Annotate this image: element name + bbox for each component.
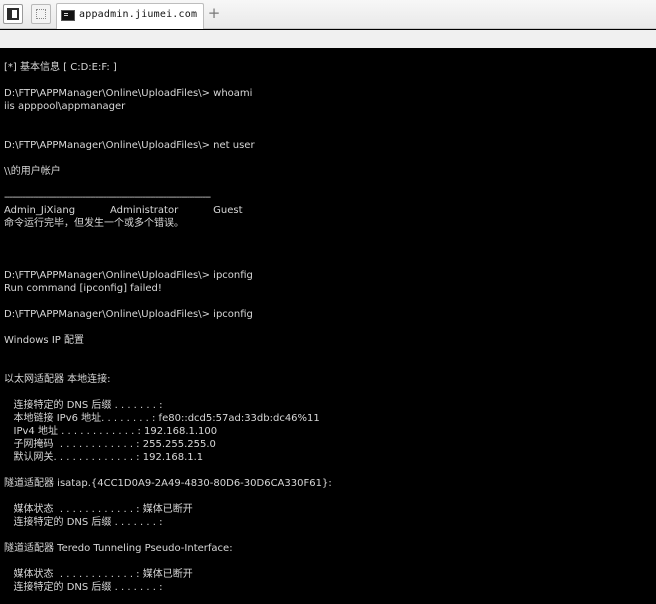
console-line: Run command [ipconfig] failed! — [4, 283, 162, 294]
console-line: IPv4 地址 . . . . . . . . . . . . : 192.16… — [4, 426, 218, 437]
toolbar-strip — [0, 30, 656, 48]
console-line: [*] 基本信息 [ C:D:E:F: ] — [4, 62, 117, 73]
console-line: 连接特定的 DNS 后缀 . . . . . . . : — [4, 582, 163, 593]
layout-icon[interactable] — [3, 4, 23, 24]
selection-icon[interactable] — [31, 4, 51, 24]
console-line: \\的用户帐户 — [4, 166, 61, 177]
console-line: Windows IP 配置 — [4, 335, 84, 346]
console-line: 媒体状态 . . . . . . . . . . . . : 媒体已断开 — [4, 569, 193, 580]
console-line: 子网掩码 . . . . . . . . . . . . : 255.255.2… — [4, 439, 216, 450]
console-line: 隧道适配器 isatap.{4CC1D0A9-2A49-4830-80D6-30… — [4, 478, 332, 489]
console-output[interactable]: [*] 基本信息 [ C:D:E:F: ] D:\FTP\APPManager\… — [0, 48, 656, 604]
console-line: D:\FTP\APPManager\Online\UploadFiles\> n… — [4, 140, 255, 151]
console-line: iis apppool\appmanager — [4, 101, 126, 112]
console-line: D:\FTP\APPManager\Online\UploadFiles\> i… — [4, 309, 253, 320]
console-line: Admin_JiXiang Administrator Guest — [4, 205, 243, 216]
plus-icon[interactable]: + — [207, 5, 221, 21]
console-line: 默认网关. . . . . . . . . . . . . : 192.168.… — [4, 452, 204, 463]
console-line: ----------------------------------------… — [4, 192, 211, 203]
tab-title: appadmin.jiumei.com — [79, 9, 198, 20]
console-line: 连接特定的 DNS 后缀 . . . . . . . : — [4, 400, 163, 411]
terminal-icon — [61, 10, 75, 21]
console-line: 连接特定的 DNS 后缀 . . . . . . . : — [4, 517, 163, 528]
tab-bar: appadmin.jiumei.com + — [0, 0, 656, 29]
console-line: 以太网适配器 本地连接: — [4, 374, 111, 385]
console-line: D:\FTP\APPManager\Online\UploadFiles\> i… — [4, 270, 253, 281]
tab-terminal[interactable]: appadmin.jiumei.com — [56, 3, 204, 29]
console-line: 本地链接 IPv6 地址. . . . . . . . : fe80::dcd5… — [4, 413, 320, 424]
console-line: 媒体状态 . . . . . . . . . . . . : 媒体已断开 — [4, 504, 193, 515]
console-line: 命令运行完毕，但发生一个或多个错误。 — [4, 218, 184, 229]
console-line: D:\FTP\APPManager\Online\UploadFiles\> w… — [4, 88, 253, 99]
console-line: 隧道适配器 Teredo Tunneling Pseudo-Interface: — [4, 543, 233, 554]
